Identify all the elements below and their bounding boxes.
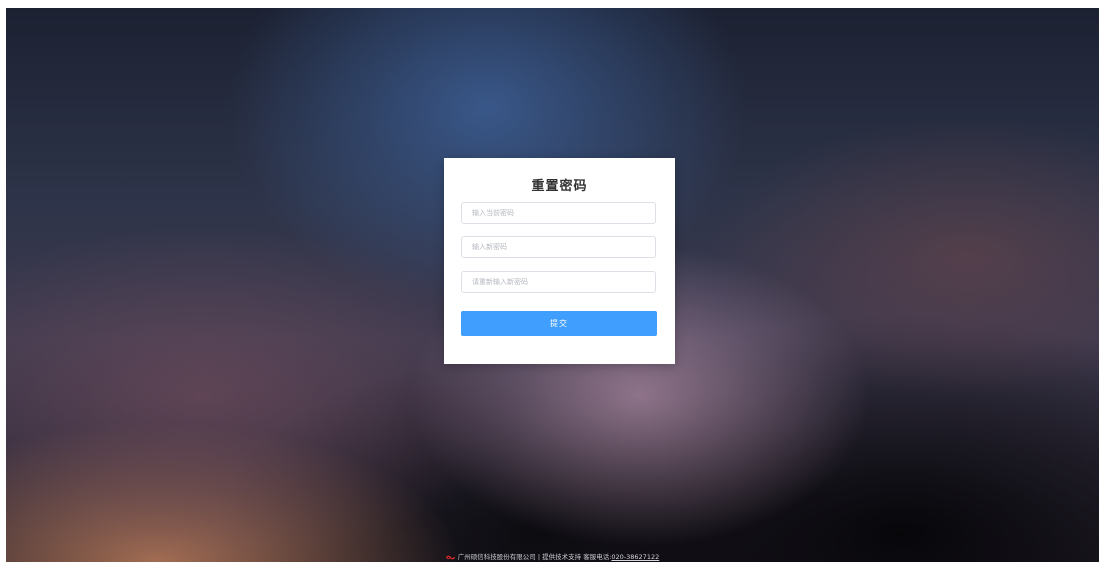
- page-title: 重置密码: [531, 179, 588, 194]
- submit-button[interactable]: 提交: [461, 311, 657, 336]
- footer-separator: |: [537, 553, 541, 561]
- footer-support-text: 提供技术支持: [542, 553, 582, 561]
- footer-phone-link[interactable]: 020-38627122: [611, 553, 659, 561]
- reset-password-card: 重置密码 提交: [444, 158, 675, 364]
- current-password-input[interactable]: [461, 202, 656, 224]
- background-screen: 重置密码 提交 广州硕信科技股份有限公司 | 提供技术支持 客服电话:020-3…: [6, 8, 1099, 562]
- company-logo-icon: [445, 555, 455, 559]
- footer-hotline-label: 客服电话:: [583, 553, 612, 561]
- footer-company: 广州硕信科技股份有限公司: [457, 553, 536, 561]
- confirm-password-input[interactable]: [461, 271, 656, 293]
- footer: 广州硕信科技股份有限公司 | 提供技术支持 客服电话:020-38627122: [6, 551, 1099, 561]
- new-password-input[interactable]: [461, 236, 656, 258]
